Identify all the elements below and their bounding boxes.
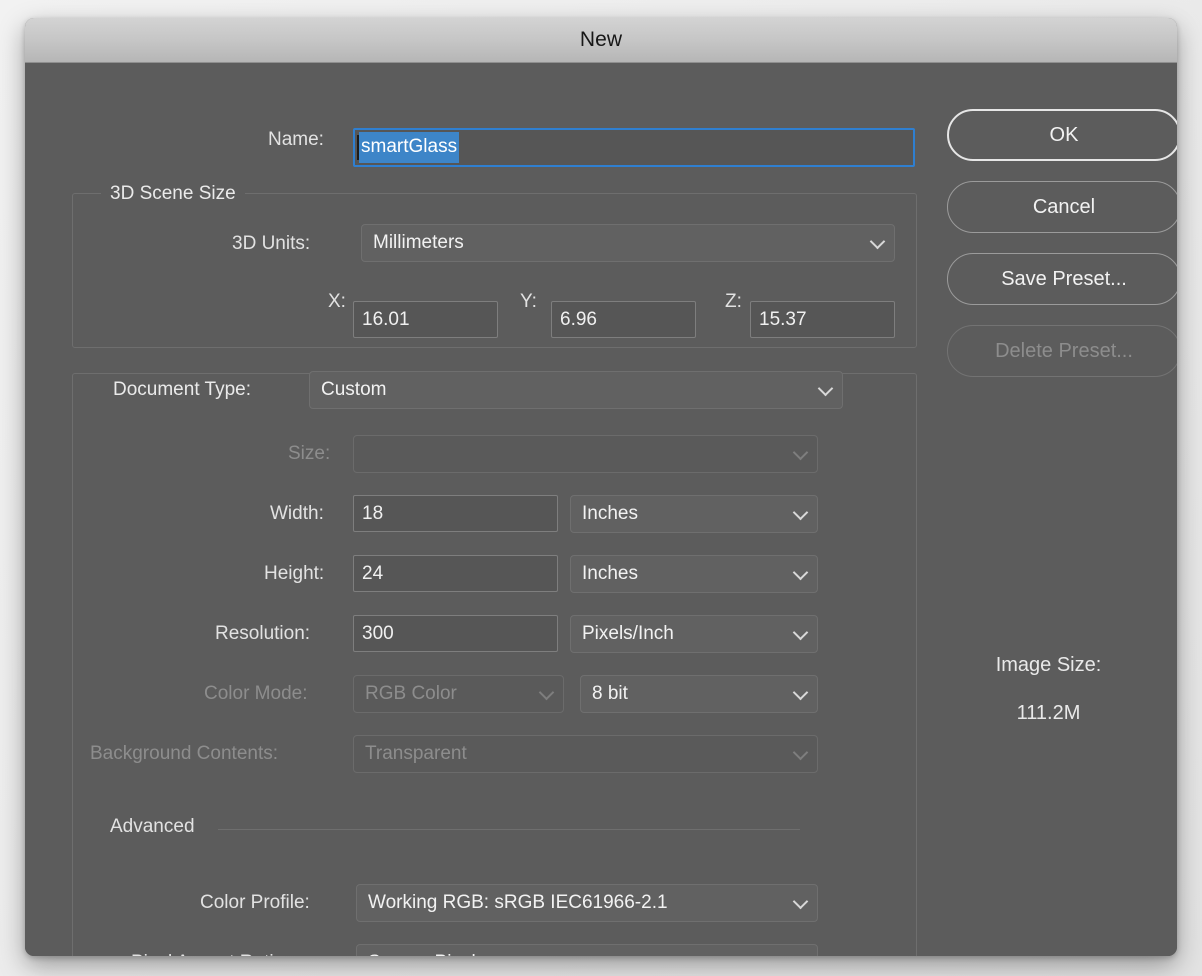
width-input[interactable]: 18 bbox=[353, 495, 558, 532]
z-row: Z: bbox=[725, 291, 742, 313]
chevron-down-icon bbox=[817, 380, 834, 397]
advanced-separator bbox=[218, 829, 800, 830]
width-unit-dropdown[interactable]: Inches bbox=[570, 495, 818, 533]
color-mode-value: RGB Color bbox=[365, 683, 457, 704]
color-profile-row: Color Profile: bbox=[200, 892, 310, 914]
name-label: Name: bbox=[268, 129, 324, 150]
units-dropdown-value: Millimeters bbox=[373, 232, 464, 253]
width-label: Width: bbox=[270, 503, 324, 524]
new-document-dialog: New Name: smartGlass 3D Scene Size 3D Un… bbox=[25, 18, 1177, 956]
save-preset-button-label: Save Preset... bbox=[1001, 267, 1127, 290]
chevron-down-icon bbox=[792, 953, 809, 956]
chevron-down-icon bbox=[538, 684, 555, 701]
dialog-form-column: Name: smartGlass 3D Scene Size 3D Units:… bbox=[25, 63, 920, 956]
dialog-title: New bbox=[579, 28, 623, 51]
resolution-unit-value: Pixels/Inch bbox=[582, 623, 674, 644]
bit-depth-dropdown[interactable]: 8 bit bbox=[580, 675, 818, 713]
size-dropdown bbox=[353, 435, 818, 473]
chevron-down-icon bbox=[792, 893, 809, 910]
background-contents-value: Transparent bbox=[365, 743, 467, 764]
chevron-down-icon bbox=[869, 233, 886, 250]
height-row: Height: bbox=[264, 563, 324, 585]
chevron-down-icon bbox=[792, 444, 809, 461]
color-mode-label: Color Mode: bbox=[204, 683, 308, 704]
background-contents-label: Background Contents: bbox=[90, 743, 279, 764]
chevron-down-icon bbox=[792, 564, 809, 581]
resolution-input[interactable]: 300 bbox=[353, 615, 558, 652]
dialog-body: Name: smartGlass 3D Scene Size 3D Units:… bbox=[25, 63, 1177, 956]
background-contents-row: Background Contents: bbox=[90, 743, 278, 765]
name-input[interactable]: smartGlass bbox=[353, 128, 915, 167]
y-input-value: 6.96 bbox=[560, 309, 597, 330]
z-input[interactable]: 15.37 bbox=[750, 301, 895, 338]
chevron-down-icon bbox=[792, 684, 809, 701]
dialog-button-column: OK Cancel Save Preset... Delete Preset..… bbox=[920, 63, 1177, 956]
name-row: Name: bbox=[268, 129, 324, 151]
y-input[interactable]: 6.96 bbox=[551, 301, 696, 338]
pixel-aspect-dropdown[interactable]: Square Pixels bbox=[356, 944, 818, 956]
ok-button-label: OK bbox=[1049, 123, 1079, 146]
delete-preset-button: Delete Preset... bbox=[947, 325, 1177, 377]
x-row: X: bbox=[328, 291, 346, 313]
height-unit-dropdown[interactable]: Inches bbox=[570, 555, 818, 593]
ok-button[interactable]: OK bbox=[947, 109, 1177, 161]
cancel-button-label: Cancel bbox=[1032, 195, 1096, 218]
dialog-titlebar: New bbox=[25, 18, 1177, 63]
chevron-down-icon bbox=[792, 504, 809, 521]
document-type-dropdown[interactable]: Custom bbox=[309, 371, 843, 409]
color-mode-dropdown: RGB Color bbox=[353, 675, 564, 713]
size-row: Size: bbox=[288, 443, 330, 465]
image-size-label: Image Size: bbox=[995, 654, 1102, 676]
name-input-value: smartGlass bbox=[359, 132, 460, 163]
save-preset-button[interactable]: Save Preset... bbox=[947, 253, 1177, 305]
resolution-row: Resolution: bbox=[215, 623, 310, 645]
units-dropdown[interactable]: Millimeters bbox=[361, 224, 895, 262]
height-input[interactable]: 24 bbox=[353, 555, 558, 592]
pixel-aspect-label: Pixel Aspect Ratio: bbox=[131, 952, 289, 956]
document-type-dropdown-value: Custom bbox=[321, 379, 387, 400]
cancel-button[interactable]: Cancel bbox=[947, 181, 1177, 233]
advanced-section-label: Advanced bbox=[110, 816, 195, 837]
scene-size-legend: 3D Scene Size bbox=[101, 183, 245, 205]
resolution-input-value: 300 bbox=[362, 623, 394, 644]
chevron-down-icon bbox=[792, 624, 809, 641]
height-input-value: 24 bbox=[362, 563, 384, 584]
z-label: Z: bbox=[725, 291, 742, 312]
pixel-aspect-row: Pixel Aspect Ratio: bbox=[131, 952, 289, 956]
color-profile-value: Working RGB: sRGB IEC61966-2.1 bbox=[368, 892, 668, 913]
pixel-aspect-value: Square Pixels bbox=[368, 952, 485, 956]
resolution-label: Resolution: bbox=[215, 623, 311, 644]
height-unit-value: Inches bbox=[582, 563, 638, 584]
delete-preset-button-label: Delete Preset... bbox=[995, 339, 1133, 362]
x-label: X: bbox=[328, 291, 346, 312]
units-row: 3D Units: bbox=[232, 233, 310, 255]
width-unit-value: Inches bbox=[582, 503, 638, 524]
y-row: Y: bbox=[520, 291, 537, 313]
width-row: Width: bbox=[270, 503, 324, 525]
y-label: Y: bbox=[520, 291, 537, 312]
bit-depth-value: 8 bit bbox=[592, 683, 628, 704]
x-input-value: 16.01 bbox=[362, 309, 410, 330]
document-type-label: Document Type: bbox=[104, 379, 258, 401]
color-profile-label: Color Profile: bbox=[200, 892, 310, 913]
background-contents-dropdown: Transparent bbox=[353, 735, 818, 773]
x-input[interactable]: 16.01 bbox=[353, 301, 498, 338]
resolution-unit-dropdown[interactable]: Pixels/Inch bbox=[570, 615, 818, 653]
units-label: 3D Units: bbox=[232, 233, 311, 254]
height-label: Height: bbox=[264, 563, 325, 584]
color-profile-dropdown[interactable]: Working RGB: sRGB IEC61966-2.1 bbox=[356, 884, 818, 922]
width-input-value: 18 bbox=[362, 503, 384, 524]
size-label: Size: bbox=[288, 443, 331, 464]
color-mode-row: Color Mode: bbox=[204, 683, 308, 705]
z-input-value: 15.37 bbox=[759, 309, 807, 330]
chevron-down-icon bbox=[792, 744, 809, 761]
image-size-value: 111.2M bbox=[1016, 702, 1081, 724]
